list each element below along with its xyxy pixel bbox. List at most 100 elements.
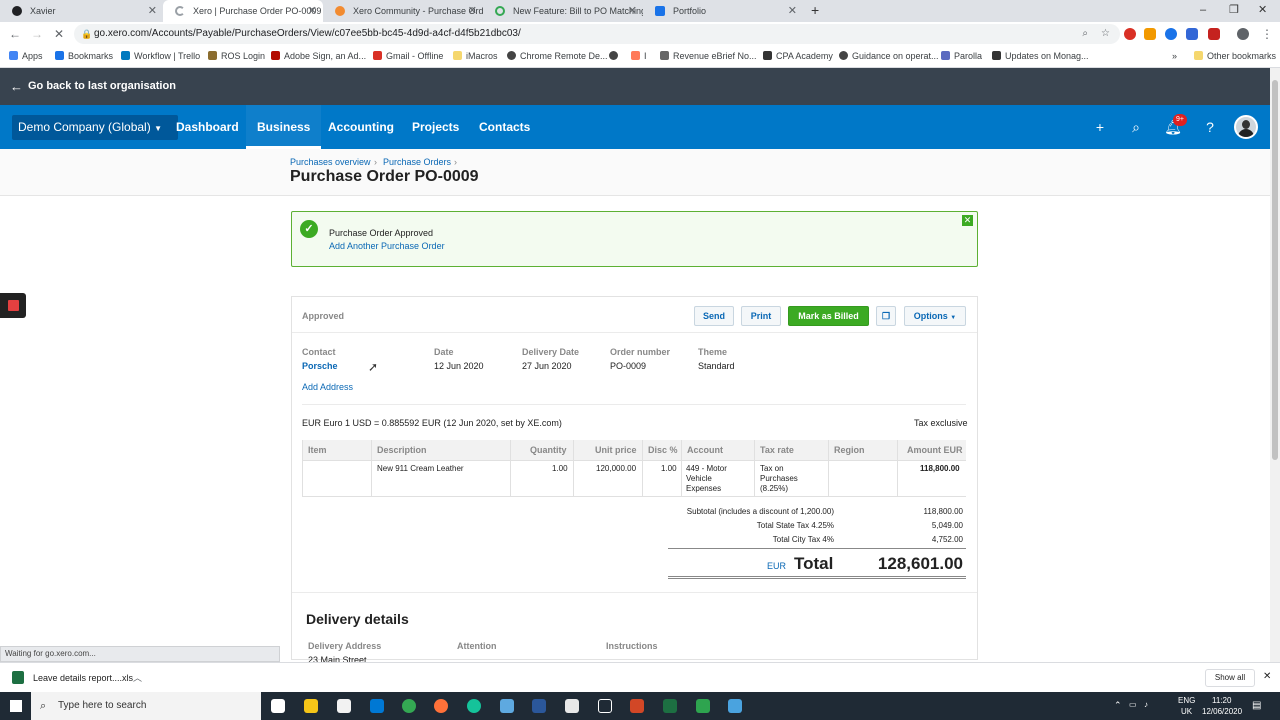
bookmark-item[interactable]: Chrome Remote De... xyxy=(507,46,608,66)
nav-dashboard[interactable]: Dashboard xyxy=(176,105,239,149)
other-bookmarks[interactable]: Other bookmarks xyxy=(1194,46,1276,66)
browser-tab[interactable]: Portfolio ✕ xyxy=(643,0,803,22)
store-icon[interactable] xyxy=(337,699,351,713)
bookmark-item[interactable]: Revenue eBrief No... xyxy=(660,46,757,66)
nav-accounting[interactable]: Accounting xyxy=(328,105,394,149)
search-icon[interactable]: ⌕ xyxy=(1126,117,1146,137)
file-explorer-icon[interactable] xyxy=(304,699,318,713)
calculator-icon[interactable] xyxy=(565,699,579,713)
extension-icon[interactable] xyxy=(1165,28,1177,40)
recording-button[interactable] xyxy=(0,293,26,318)
breadcrumb-purchases-overview[interactable]: Purchases overview xyxy=(290,157,371,167)
browser-tab[interactable]: New Feature: Bill to PO Matching ✕ xyxy=(483,0,643,22)
app-icon[interactable] xyxy=(728,699,742,713)
network-icon[interactable]: ▭ xyxy=(1129,700,1137,709)
notifications-icon[interactable]: ▤ xyxy=(1252,700,1261,711)
nav-contacts[interactable]: Contacts xyxy=(479,105,530,149)
nav-projects[interactable]: Projects xyxy=(412,105,459,149)
attention-label: Attention xyxy=(457,641,497,651)
mark-as-billed-button[interactable]: Mark as Billed xyxy=(788,306,869,326)
app-icon[interactable] xyxy=(500,699,514,713)
add-another-po-link[interactable]: Add Another Purchase Order xyxy=(329,241,445,251)
firefox-icon[interactable] xyxy=(434,699,448,713)
bookmark-item[interactable]: Adobe Sign, an Ad... xyxy=(271,46,366,66)
adblock-extension-icon[interactable] xyxy=(1124,28,1136,40)
help-icon[interactable]: ? xyxy=(1200,117,1220,137)
bookmark-item[interactable]: CPA Academy xyxy=(763,46,833,66)
lang-indicator[interactable]: ENG xyxy=(1178,696,1195,705)
show-all-button[interactable]: Show all xyxy=(1205,669,1255,687)
copy-icon[interactable]: ❐ xyxy=(876,306,896,326)
send-button[interactable]: Send xyxy=(694,306,734,326)
bookmark-item[interactable]: iMacros xyxy=(453,46,498,66)
bookmark-apps[interactable]: Apps xyxy=(9,46,43,66)
extension-icon[interactable] xyxy=(1144,28,1156,40)
address-bar[interactable]: 🔒 go.xero.com/Accounts/Payable/PurchaseO… xyxy=(74,24,1120,44)
chrome-icon[interactable] xyxy=(402,699,416,713)
contact-link[interactable]: Porsche xyxy=(302,361,338,371)
browser-tab[interactable]: Xavier ✕ xyxy=(0,0,163,22)
bookmark-item[interactable]: Updates on Monag... xyxy=(992,46,1089,66)
close-tab-icon[interactable]: ✕ xyxy=(148,0,157,22)
star-icon xyxy=(55,51,64,60)
print-button[interactable]: Print xyxy=(741,306,781,326)
stop-icon[interactable]: ✕ xyxy=(54,24,64,44)
org-switcher-button[interactable]: Demo Company (Global) ▼ xyxy=(12,115,178,140)
back-icon[interactable]: ← xyxy=(9,24,21,44)
close-tab-icon[interactable]: ✕ xyxy=(628,0,637,22)
page-scrollbar[interactable] xyxy=(1270,68,1280,662)
bookmark-item[interactable]: ROS Login xyxy=(208,46,265,66)
zoom-icon[interactable]: ⌕ xyxy=(1082,24,1088,44)
close-icon[interactable]: ✕ xyxy=(1263,671,1271,682)
bookmark-item[interactable]: Bookmarks xyxy=(55,46,113,66)
browser-tab[interactable]: Xero Community - Purchase Ord ✕ xyxy=(323,0,483,22)
grammarly-icon[interactable] xyxy=(467,699,481,713)
more-bookmarks-icon[interactable]: » xyxy=(1172,46,1177,66)
close-tab-icon[interactable]: ✕ xyxy=(468,0,477,22)
avatar[interactable] xyxy=(1234,115,1258,139)
download-filename[interactable]: Leave details report....xls xyxy=(33,673,133,683)
taskbar-search[interactable]: ⌕ Type here to search xyxy=(31,692,261,720)
arrow-left-icon: ← xyxy=(10,79,23,94)
bookmark-item[interactable] xyxy=(609,46,622,66)
restore-icon[interactable]: ❐ xyxy=(1229,0,1239,20)
back-to-org-bar[interactable]: ← Go back to last organisation xyxy=(0,68,1270,105)
bookmark-item[interactable]: Parolla xyxy=(941,46,982,66)
scroll-thumb[interactable] xyxy=(1272,80,1278,460)
minimize-icon[interactable]: – xyxy=(1200,0,1206,20)
chevron-up-icon[interactable]: ︿ xyxy=(133,671,142,684)
bookmark-item[interactable]: I xyxy=(631,46,647,66)
options-button[interactable]: Options ▼ xyxy=(904,306,966,326)
tray-chevron-icon[interactable]: ⌃ xyxy=(1114,700,1122,711)
browser-tab-active[interactable]: Xero | Purchase Order PO-0009 | ✕ xyxy=(163,0,323,22)
bookmark-item[interactable]: Workflow | Trello xyxy=(121,46,200,66)
windows-start-icon[interactable] xyxy=(10,700,22,712)
breadcrumb-purchase-orders[interactable]: Purchase Orders xyxy=(383,157,451,167)
task-view-icon[interactable] xyxy=(271,699,285,713)
powerpoint-icon[interactable] xyxy=(630,699,644,713)
add-address-link[interactable]: Add Address xyxy=(302,382,353,392)
forward-icon[interactable]: → xyxy=(31,24,43,44)
add-icon[interactable]: + xyxy=(1090,117,1110,137)
app-icon[interactable] xyxy=(696,699,710,713)
bookmark-item[interactable]: Gmail - Offline xyxy=(373,46,443,66)
mail-icon[interactable] xyxy=(370,699,384,713)
clock-time[interactable]: 11:20 xyxy=(1212,696,1231,705)
close-tab-icon[interactable]: ✕ xyxy=(308,0,317,22)
volume-icon[interactable]: ♪ xyxy=(1144,700,1148,709)
col-disc: Disc % xyxy=(648,445,678,455)
star-icon[interactable]: ☆ xyxy=(1101,24,1110,44)
nav-business[interactable]: Business xyxy=(246,105,322,149)
bookmark-item[interactable]: Guidance on operat... xyxy=(839,46,939,66)
excel-icon[interactable] xyxy=(663,699,677,713)
close-tab-icon[interactable]: ✕ xyxy=(788,0,797,22)
close-icon[interactable]: ✕ xyxy=(962,215,973,226)
word-icon[interactable] xyxy=(532,699,546,713)
app-icon[interactable] xyxy=(598,699,612,713)
profile-icon[interactable] xyxy=(1237,28,1249,40)
new-tab-icon[interactable]: + xyxy=(811,0,819,20)
extension-icon[interactable] xyxy=(1208,28,1220,40)
browser-menu-icon[interactable]: ⋮ xyxy=(1261,24,1273,44)
extension-icon[interactable] xyxy=(1186,28,1198,40)
close-window-icon[interactable]: ✕ xyxy=(1258,0,1267,20)
